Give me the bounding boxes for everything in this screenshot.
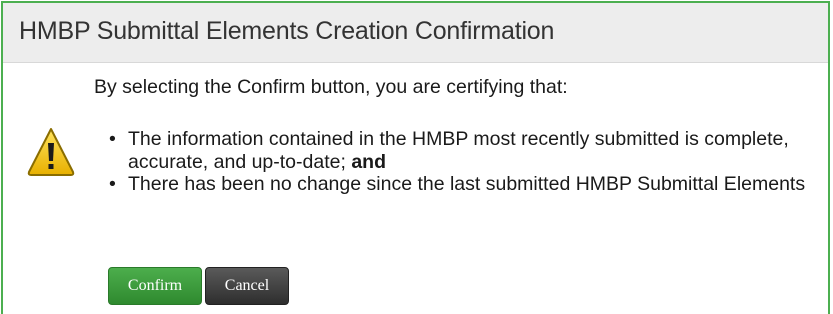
lead-text: By selecting the Confirm button, you are…	[94, 76, 568, 98]
cancel-button[interactable]: Cancel	[205, 267, 289, 305]
dialog-titlebar: HMBP Submittal Elements Creation Confirm…	[3, 3, 828, 63]
certification-list: • The information contained in the HMBP …	[109, 128, 833, 196]
bullet-marker: •	[109, 128, 116, 150]
warning-icon	[27, 128, 75, 176]
bullet-text: There has been no change since the last …	[128, 173, 806, 195]
bullet-marker: •	[109, 173, 116, 195]
list-item: • The information contained in the HMBP …	[109, 128, 833, 173]
list-item: • There has been no change since the las…	[109, 173, 833, 196]
bullet-emphasis: and	[351, 150, 386, 173]
confirm-button[interactable]: Confirm	[108, 267, 202, 305]
bullet-text: The information contained in the HMBP mo…	[128, 128, 789, 173]
dialog-title: HMBP Submittal Elements Creation Confirm…	[19, 17, 555, 45]
confirmation-dialog: HMBP Submittal Elements Creation Confirm…	[1, 1, 830, 314]
